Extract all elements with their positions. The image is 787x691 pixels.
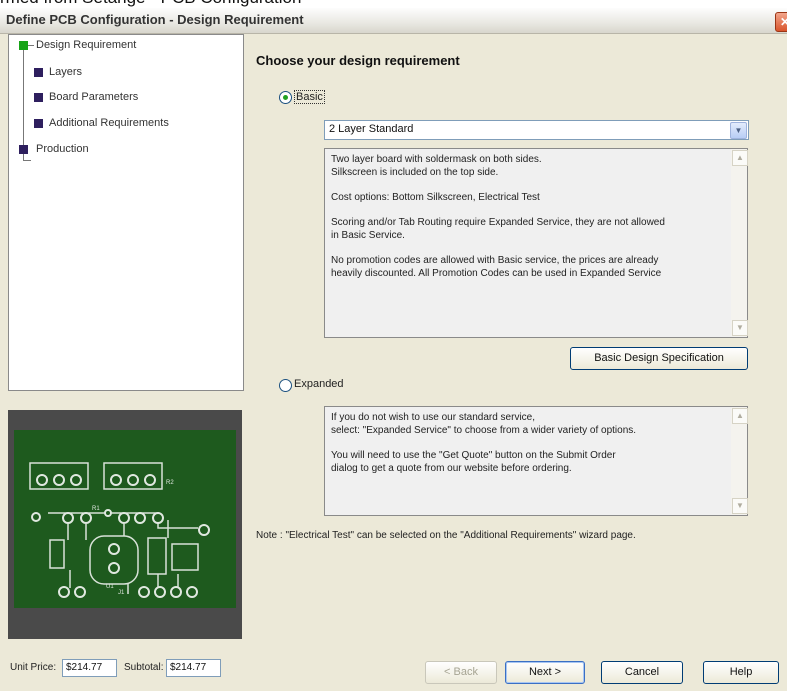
tree-branch — [28, 45, 34, 46]
tree-line — [23, 45, 24, 160]
basic-design-specification-button[interactable]: Basic Design Specification — [570, 347, 748, 370]
title-bar: Define PCB Configuration - Design Requir… — [0, 8, 787, 34]
wizard-dialog: Design Requirement Layers Board Paramete… — [0, 34, 787, 691]
svg-text:R2: R2 — [166, 480, 174, 486]
expanded-radio-label[interactable]: Expanded — [294, 378, 344, 390]
step-design-requirement[interactable]: Design Requirement — [36, 39, 136, 51]
pcb-board-image: R1 R2 U1 J1 — [14, 430, 236, 608]
desc-line: select: "Expanded Service" to choose fro… — [331, 425, 637, 436]
basic-radio[interactable] — [279, 91, 292, 104]
unit-price-field[interactable]: $214.77 — [62, 659, 117, 677]
chevron-down-icon[interactable]: ▼ — [730, 122, 747, 139]
tree-line — [23, 160, 31, 161]
basic-radio-label[interactable]: Basic — [294, 90, 325, 104]
scroll-down-icon[interactable]: ▼ — [732, 498, 748, 514]
background-caption: rmed from Setange - PCB Configuration — [0, 0, 787, 8]
help-button[interactable]: Help — [703, 661, 779, 684]
wizard-steps-panel: Design Requirement Layers Board Paramete… — [8, 34, 244, 391]
step-production[interactable]: Production — [36, 143, 89, 155]
unit-price-label: Unit Price: — [10, 662, 57, 673]
scroll-up-icon[interactable]: ▲ — [732, 150, 748, 166]
pcb-preview-panel: R1 R2 U1 J1 — [8, 410, 242, 639]
cancel-button[interactable]: Cancel — [601, 661, 683, 684]
expanded-radio[interactable] — [279, 379, 292, 392]
desc-line: dialog to get a quote from our website b… — [331, 463, 572, 474]
basic-design-select[interactable]: 2 Layer Standard ▼ — [324, 120, 749, 140]
step-board-parameters[interactable]: Board Parameters — [49, 91, 138, 103]
svg-text:R1: R1 — [92, 506, 100, 512]
basic-description-box[interactable]: Two layer board with soldermask on both … — [324, 148, 748, 338]
step-icon — [34, 68, 43, 77]
window-title: Define PCB Configuration - Design Requir… — [6, 12, 304, 27]
footer-bar: Unit Price: $214.77 Subtotal: $214.77 < … — [0, 654, 787, 691]
step-icon — [34, 119, 43, 128]
back-button[interactable]: < Back — [425, 661, 497, 684]
desc-line: No promotion codes are allowed with Basi… — [331, 255, 659, 266]
vertical-scrollbar[interactable]: ▲ ▼ — [731, 149, 748, 337]
desc-line: If you do not wish to use our standard s… — [331, 412, 535, 423]
note-text: Note : "Electrical Test" can be selected… — [256, 530, 636, 541]
subtotal-label: Subtotal: — [124, 662, 164, 673]
desc-line: heavily discounted. All Promotion Codes … — [331, 268, 662, 279]
page-title: Choose your design requirement — [256, 53, 460, 68]
desc-line: Scoring and/or Tab Routing require Expan… — [331, 217, 665, 228]
expanded-description-box[interactable]: If you do not wish to use our standard s… — [324, 406, 748, 516]
scroll-up-icon[interactable]: ▲ — [732, 408, 748, 424]
step-additional-requirements[interactable]: Additional Requirements — [49, 117, 169, 129]
desc-line: Two layer board with soldermask on both … — [331, 154, 542, 165]
svg-text:J1: J1 — [118, 590, 125, 596]
select-value: 2 Layer Standard — [329, 123, 414, 135]
desc-line: in Basic Service. — [331, 230, 405, 241]
scroll-down-icon[interactable]: ▼ — [732, 320, 748, 336]
vertical-scrollbar[interactable]: ▲ ▼ — [731, 407, 748, 515]
background-caption-text: rmed from Setange - PCB Configuration — [0, 0, 301, 8]
close-button[interactable]: ✕ — [775, 12, 787, 32]
desc-line: Silkscreen is included on the top side. — [331, 167, 499, 178]
step-icon — [34, 93, 43, 102]
subtotal-field[interactable]: $214.77 — [166, 659, 221, 677]
main-content: Choose your design requirement Basic 2 L… — [242, 34, 787, 654]
step-icon — [19, 145, 28, 154]
step-active-icon — [19, 41, 28, 50]
desc-line: Cost options: Bottom Silkscreen, Electri… — [331, 192, 540, 203]
next-button[interactable]: Next > — [505, 661, 585, 684]
desc-line: You will need to use the "Get Quote" but… — [331, 450, 616, 461]
svg-text:U1: U1 — [106, 584, 114, 590]
step-layers[interactable]: Layers — [49, 66, 82, 78]
